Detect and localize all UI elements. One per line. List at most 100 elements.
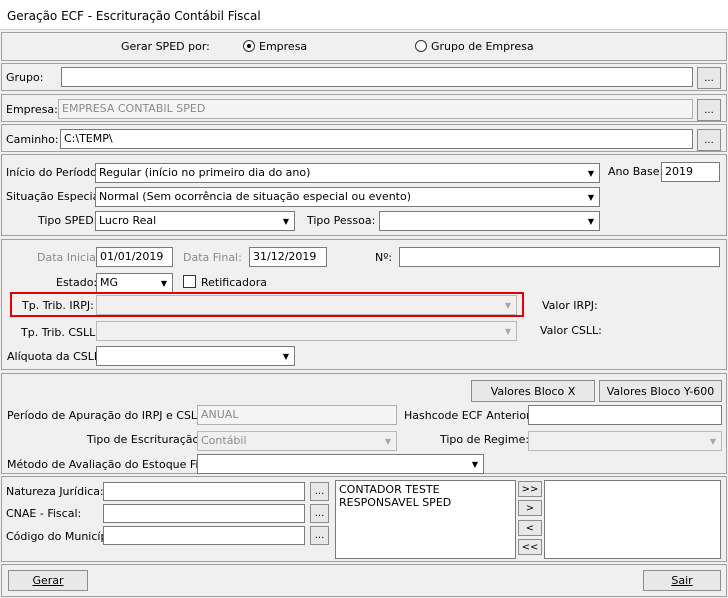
move-all-right-button[interactable]: >> <box>518 481 542 497</box>
tipo-pessoa-label: Tipo Pessoa: <box>307 214 376 227</box>
inicio-periodo-label: Início do Período: <box>6 166 101 179</box>
tp-trib-csll-label: Tp. Trib. CSLL: <box>21 326 99 339</box>
valores-bloco-x-button[interactable]: Valores Bloco X <box>471 380 595 402</box>
periodo-apuracao-input[interactable]: ANUAL <box>197 405 397 425</box>
aliquota-csll-select[interactable]: ▼ <box>96 346 295 366</box>
tipo-escrituracao-value: Contábil <box>201 434 247 447</box>
chevron-down-icon: ▼ <box>587 168 595 178</box>
radio-grupo-empresa[interactable] <box>415 40 427 52</box>
codigo-municipio-browse-button[interactable]: ... <box>310 526 329 545</box>
data-inicial-input[interactable]: 01/01/2019 <box>96 247 173 267</box>
move-all-left-button[interactable]: << <box>518 539 542 555</box>
data-final-label: Data Final: <box>183 251 242 264</box>
grupo-panel: Grupo: ... <box>1 63 727 91</box>
empresa-browse-button[interactable]: ... <box>697 99 721 121</box>
data-final-input[interactable]: 31/12/2019 <box>249 247 327 267</box>
list-item[interactable]: RESPONSAVEL SPED <box>339 496 512 509</box>
caminho-browse-button[interactable]: ... <box>697 129 721 151</box>
situacao-especial-value: Normal (Sem ocorrência de situação espec… <box>99 190 412 203</box>
natureza-juridica-label: Natureza Jurídica: <box>6 485 104 498</box>
gerar-por-label: Gerar SPED por: <box>121 40 210 53</box>
move-right-button[interactable]: > <box>518 500 542 516</box>
empresa-input[interactable]: EMPRESA CONTABIL SPED <box>58 99 693 119</box>
chevron-down-icon: ▼ <box>384 436 392 446</box>
valor-irpj-label: Valor IRPJ: <box>542 299 598 312</box>
data-inicial-label: Data Inicial: <box>37 251 103 264</box>
metodo-estoque-label: Método de Avaliação do Estoque Final: <box>7 458 219 471</box>
tp-trib-irpj-select[interactable]: ▼ <box>96 295 517 315</box>
caminho-label: Caminho: <box>6 133 59 146</box>
grupo-browse-button[interactable]: ... <box>697 67 721 89</box>
chevron-down-icon: ▼ <box>709 436 717 446</box>
ano-base-input[interactable]: 2019 <box>661 162 720 182</box>
retificadora-label[interactable]: Retificadora <box>201 276 267 289</box>
chevron-down-icon: ▼ <box>282 216 290 226</box>
metodo-estoque-select[interactable]: ▼ <box>197 454 484 474</box>
tipo-escrituracao-select[interactable]: Contábil ▼ <box>197 431 397 451</box>
window-title: Geração ECF - Escrituração Contábil Fisc… <box>7 9 261 23</box>
retificadora-checkbox[interactable] <box>183 275 196 288</box>
tp-trib-csll-select[interactable]: ▼ <box>96 321 517 341</box>
periodo-apuracao-label: Período de Apuração do IRPJ e CSLL: <box>7 409 207 422</box>
chevron-down-icon: ▼ <box>587 216 595 226</box>
dados-panel: Data Inicial: 01/01/2019 Data Final: 31/… <box>1 239 727 370</box>
tipo-regime-label: Tipo de Regime: <box>440 433 530 446</box>
tipo-regime-select[interactable]: ▼ <box>528 431 722 451</box>
inicio-periodo-select[interactable]: Regular (início no primeiro dia do ano) … <box>95 163 600 183</box>
tipo-sped-label: Tipo SPED: <box>38 214 98 227</box>
footer-panel: Gerar Sair <box>1 564 727 597</box>
move-left-button[interactable]: < <box>518 520 542 536</box>
situacao-especial-select[interactable]: Normal (Sem ocorrência de situação espec… <box>95 187 600 207</box>
chevron-down-icon: ▼ <box>282 351 290 361</box>
ano-base-label: Ano Base: <box>608 165 664 178</box>
apuracao-panel: Valores Bloco X Valores Bloco Y-600 Perí… <box>1 373 727 474</box>
estado-label: Estado: <box>56 276 98 289</box>
caminho-panel: Caminho: C:\TEMP\ ... <box>1 124 727 152</box>
situacao-especial-label: Situação Especial: <box>6 190 107 203</box>
tipo-pessoa-select[interactable]: ▼ <box>379 211 600 231</box>
selected-signatarios-list[interactable] <box>544 480 721 559</box>
estado-select[interactable]: MG ▼ <box>96 273 173 293</box>
cnae-fiscal-input[interactable] <box>103 504 305 523</box>
caminho-input[interactable]: C:\TEMP\ <box>60 129 693 149</box>
tp-trib-irpj-label: Tp. Trib. IRPJ: <box>22 299 94 312</box>
radio-empresa-label[interactable]: Empresa <box>259 40 307 53</box>
outros-panel: Natureza Jurídica: ... CNAE - Fiscal: ..… <box>1 476 727 562</box>
numero-label: Nº: <box>375 251 393 264</box>
chevron-down-icon: ▼ <box>504 326 512 336</box>
hashcode-label: Hashcode ECF Anterior: <box>404 409 535 422</box>
chevron-down-icon: ▼ <box>587 192 595 202</box>
chevron-down-icon: ▼ <box>160 278 168 288</box>
valores-bloco-y600-button[interactable]: Valores Bloco Y-600 <box>599 380 722 402</box>
empresa-panel: Empresa: EMPRESA CONTABIL SPED ... <box>1 94 727 122</box>
natureza-juridica-input[interactable] <box>103 482 305 501</box>
hashcode-input[interactable] <box>528 405 722 425</box>
sair-button[interactable]: Sair <box>643 570 721 591</box>
chevron-down-icon: ▼ <box>471 459 479 469</box>
grupo-input[interactable] <box>61 67 693 87</box>
cnae-fiscal-browse-button[interactable]: ... <box>310 504 329 523</box>
numero-input[interactable] <box>399 247 720 267</box>
grupo-label: Grupo: <box>6 71 44 84</box>
tipo-sped-value: Lucro Real <box>99 214 157 227</box>
gerar-button-label: Gerar <box>32 574 64 587</box>
window-titlebar: Geração ECF - Escrituração Contábil Fisc… <box>0 0 728 30</box>
sair-button-label: Sair <box>671 574 693 587</box>
chevron-down-icon: ▼ <box>504 300 512 310</box>
estado-value: MG <box>100 276 119 289</box>
valor-csll-label: Valor CSLL: <box>540 324 602 337</box>
periodo-panel: Início do Período: Regular (início no pr… <box>1 154 727 236</box>
list-item[interactable]: CONTADOR TESTE <box>339 483 512 496</box>
inicio-periodo-value: Regular (início no primeiro dia do ano) <box>99 166 311 179</box>
gerar-por-panel: Gerar SPED por: Empresa Grupo de Empresa <box>1 32 727 61</box>
natureza-juridica-browse-button[interactable]: ... <box>310 482 329 501</box>
gerar-button[interactable]: Gerar <box>8 570 88 591</box>
signatarios-list[interactable]: CONTADOR TESTE RESPONSAVEL SPED <box>335 480 516 559</box>
tipo-escrituracao-label: Tipo de Escrituração: <box>87 433 203 446</box>
codigo-municipio-input[interactable] <box>103 526 305 545</box>
radio-grupo-empresa-label[interactable]: Grupo de Empresa <box>431 40 534 53</box>
tipo-sped-select[interactable]: Lucro Real ▼ <box>95 211 295 231</box>
empresa-label: Empresa: <box>6 103 58 116</box>
radio-empresa[interactable] <box>243 40 255 52</box>
aliquota-csll-label: Alíquota da CSLL: <box>7 350 104 363</box>
